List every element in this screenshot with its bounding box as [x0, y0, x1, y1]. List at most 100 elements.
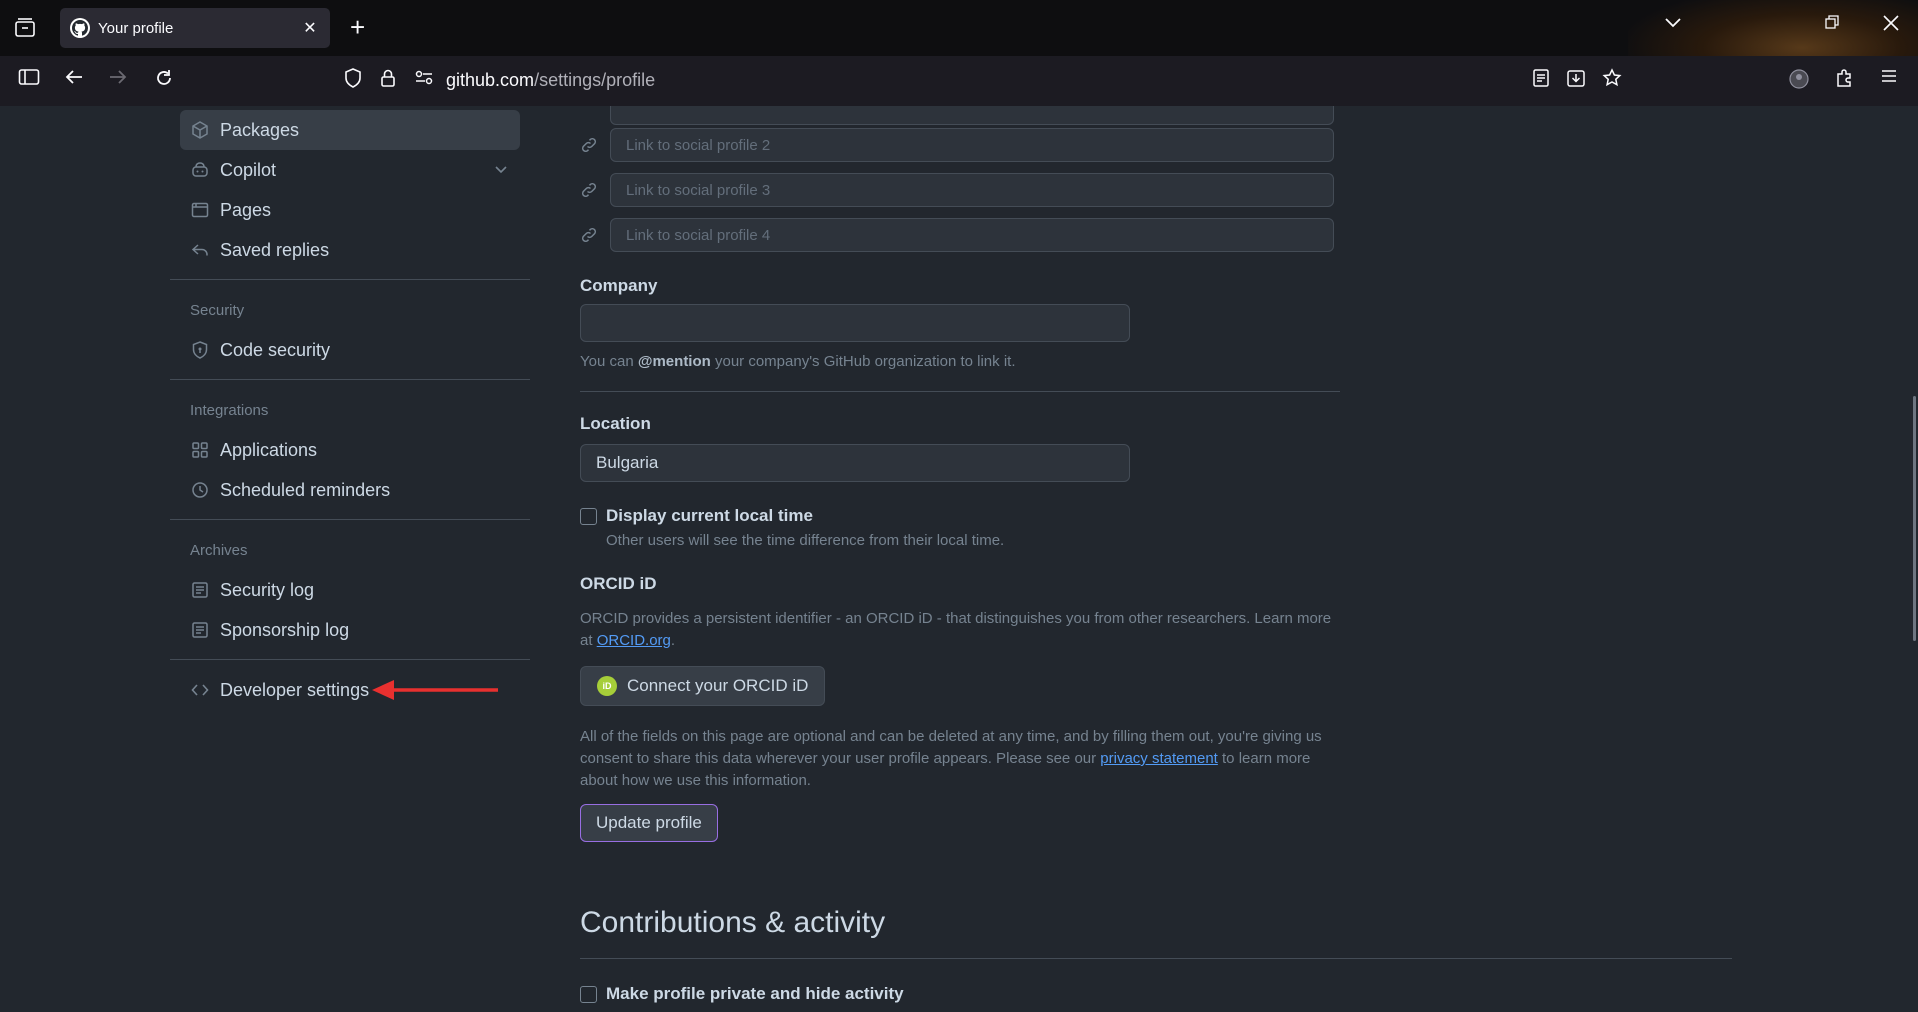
- extensions-icon[interactable]: [1834, 68, 1854, 88]
- location-label: Location: [580, 414, 651, 433]
- section-heading-security: Security: [190, 302, 245, 319]
- code-icon: [190, 680, 210, 700]
- privacy-disclaimer: All of the fields on this page are optio…: [580, 726, 1340, 792]
- tab-list-icon[interactable]: [12, 16, 38, 40]
- sidebar-item-label: Security log: [220, 579, 315, 600]
- local-time-label[interactable]: Display current local time: [606, 506, 813, 526]
- sidebar-item-copilot[interactable]: Copilot: [180, 150, 520, 190]
- chevron-down-icon[interactable]: [1664, 16, 1682, 28]
- sidebar-item-pages[interactable]: Pages: [180, 190, 520, 230]
- orcid-link[interactable]: ORCID.org: [597, 632, 671, 649]
- sidebar-item-packages[interactable]: Packages: [180, 110, 520, 150]
- location-input[interactable]: Bulgaria: [580, 444, 1130, 482]
- close-window-icon[interactable]: [1882, 14, 1900, 32]
- social-link-input-3[interactable]: Link to social profile 3: [610, 173, 1334, 207]
- sidebar-item-security-log[interactable]: Security log: [180, 570, 520, 610]
- sidebar-toggle-icon[interactable]: [18, 68, 40, 86]
- log-icon: [190, 580, 210, 600]
- bookmark-star-icon[interactable]: [1602, 68, 1622, 88]
- sidebar-item-label: Pages: [220, 199, 272, 220]
- browser-icon: [190, 200, 210, 220]
- company-note-pre: You can: [580, 353, 638, 370]
- lock-icon[interactable]: [380, 68, 396, 88]
- sidebar-item-applications[interactable]: Applications: [180, 430, 520, 470]
- shield-lock-icon: [190, 340, 210, 360]
- package-icon: [190, 120, 210, 140]
- social-link-input-1[interactable]: [610, 106, 1334, 125]
- divider: [170, 279, 530, 280]
- sidebar-item-label: Scheduled reminders: [220, 479, 391, 500]
- contributions-heading: Contributions & activity: [580, 906, 886, 939]
- apps-icon: [190, 440, 210, 460]
- local-time-checkbox[interactable]: [580, 508, 597, 525]
- sidebar-item-sponsorship-log[interactable]: Sponsorship log: [180, 610, 520, 650]
- social-link-row-2: Link to social profile 2: [580, 127, 1334, 163]
- orcid-logo-icon: iD: [597, 676, 617, 696]
- sidebar-item-scheduled-reminders[interactable]: Scheduled reminders: [180, 470, 520, 510]
- sidebar-item-saved-replies[interactable]: Saved replies: [180, 230, 520, 270]
- app-menu-icon[interactable]: [1880, 68, 1898, 84]
- save-to-pocket-icon[interactable]: [1566, 68, 1586, 88]
- connect-orcid-button[interactable]: iD Connect your ORCID iD: [580, 666, 826, 706]
- navigation-toolbar: [0, 56, 1918, 106]
- sidebar-item-label: Code security: [220, 339, 331, 360]
- private-profile-checkbox[interactable]: [580, 986, 597, 1003]
- link-icon: [580, 181, 600, 199]
- reply-icon: [190, 240, 210, 260]
- social-link-input-2[interactable]: Link to social profile 2: [610, 128, 1334, 162]
- reader-view-icon[interactable]: [1532, 68, 1550, 88]
- log-icon: [190, 620, 210, 640]
- sidebar-item-label: Saved replies: [220, 239, 330, 260]
- sidebar-item-code-security[interactable]: Code security: [180, 330, 520, 370]
- sidebar-item-label: Sponsorship log: [220, 619, 350, 640]
- reload-icon[interactable]: [154, 68, 174, 88]
- close-tab-icon[interactable]: ✕: [300, 18, 320, 38]
- forward-icon[interactable]: [108, 68, 128, 86]
- company-note: You can @mention your company's GitHub o…: [580, 351, 1016, 373]
- link-icon: [580, 226, 600, 244]
- back-icon[interactable]: [64, 68, 84, 86]
- divider: [170, 379, 530, 380]
- divider: [580, 958, 1732, 959]
- mention-text: @mention: [637, 353, 711, 370]
- company-note-post: your company's GitHub organization to li…: [710, 353, 1016, 370]
- browser-chrome: Your profile ✕ + github.com/settings/pro…: [0, 0, 1918, 106]
- sidebar-item-label: Developer settings: [220, 679, 370, 700]
- social-link-row-4: Link to social profile 4: [580, 217, 1334, 253]
- tab-bar: Your profile ✕ +: [0, 0, 1918, 106]
- shield-icon[interactable]: [344, 68, 362, 88]
- tab-title: Your profile: [98, 19, 174, 37]
- company-label: Company: [580, 276, 658, 295]
- new-tab-icon[interactable]: +: [350, 12, 365, 42]
- sidebar-item-label: Applications: [220, 439, 318, 460]
- page-scrollbar[interactable]: [1913, 396, 1916, 641]
- social-link-input-4[interactable]: Link to social profile 4: [610, 218, 1334, 252]
- copilot-icon: [190, 160, 210, 180]
- private-profile-label[interactable]: Make profile private and hide activity: [606, 984, 904, 1004]
- link-icon: [580, 136, 600, 154]
- divider: [580, 391, 1340, 392]
- connect-orcid-label: Connect your ORCID iD: [627, 676, 809, 695]
- annotation-arrow: [372, 680, 498, 700]
- update-profile-button[interactable]: Update profile: [580, 804, 718, 842]
- url-domain: github.com: [446, 70, 535, 90]
- clock-icon: [190, 480, 210, 500]
- company-input[interactable]: [580, 304, 1130, 342]
- local-time-note: Other users will see the time difference…: [606, 532, 1005, 549]
- divider: [170, 519, 530, 520]
- github-icon: [70, 18, 90, 38]
- permissions-icon[interactable]: [414, 68, 434, 86]
- sidebar-item-label: Packages: [220, 119, 300, 140]
- orcid-text: ORCID provides a persistent identifier -…: [580, 610, 1332, 649]
- section-heading-archives: Archives: [190, 542, 248, 559]
- sidebar-item-label: Copilot: [220, 159, 277, 180]
- divider: [170, 659, 530, 660]
- section-heading-integrations: Integrations: [190, 402, 269, 419]
- chevron-down-icon[interactable]: [494, 165, 508, 175]
- account-avatar-icon[interactable]: [1788, 68, 1810, 90]
- social-link-row-3: Link to social profile 3: [580, 172, 1334, 208]
- privacy-statement-link[interactable]: privacy statement: [1100, 750, 1218, 767]
- tab-your-profile[interactable]: Your profile ✕: [60, 8, 330, 48]
- url-bar[interactable]: github.com/settings/profile: [446, 70, 655, 91]
- restore-window-icon[interactable]: [1824, 14, 1840, 30]
